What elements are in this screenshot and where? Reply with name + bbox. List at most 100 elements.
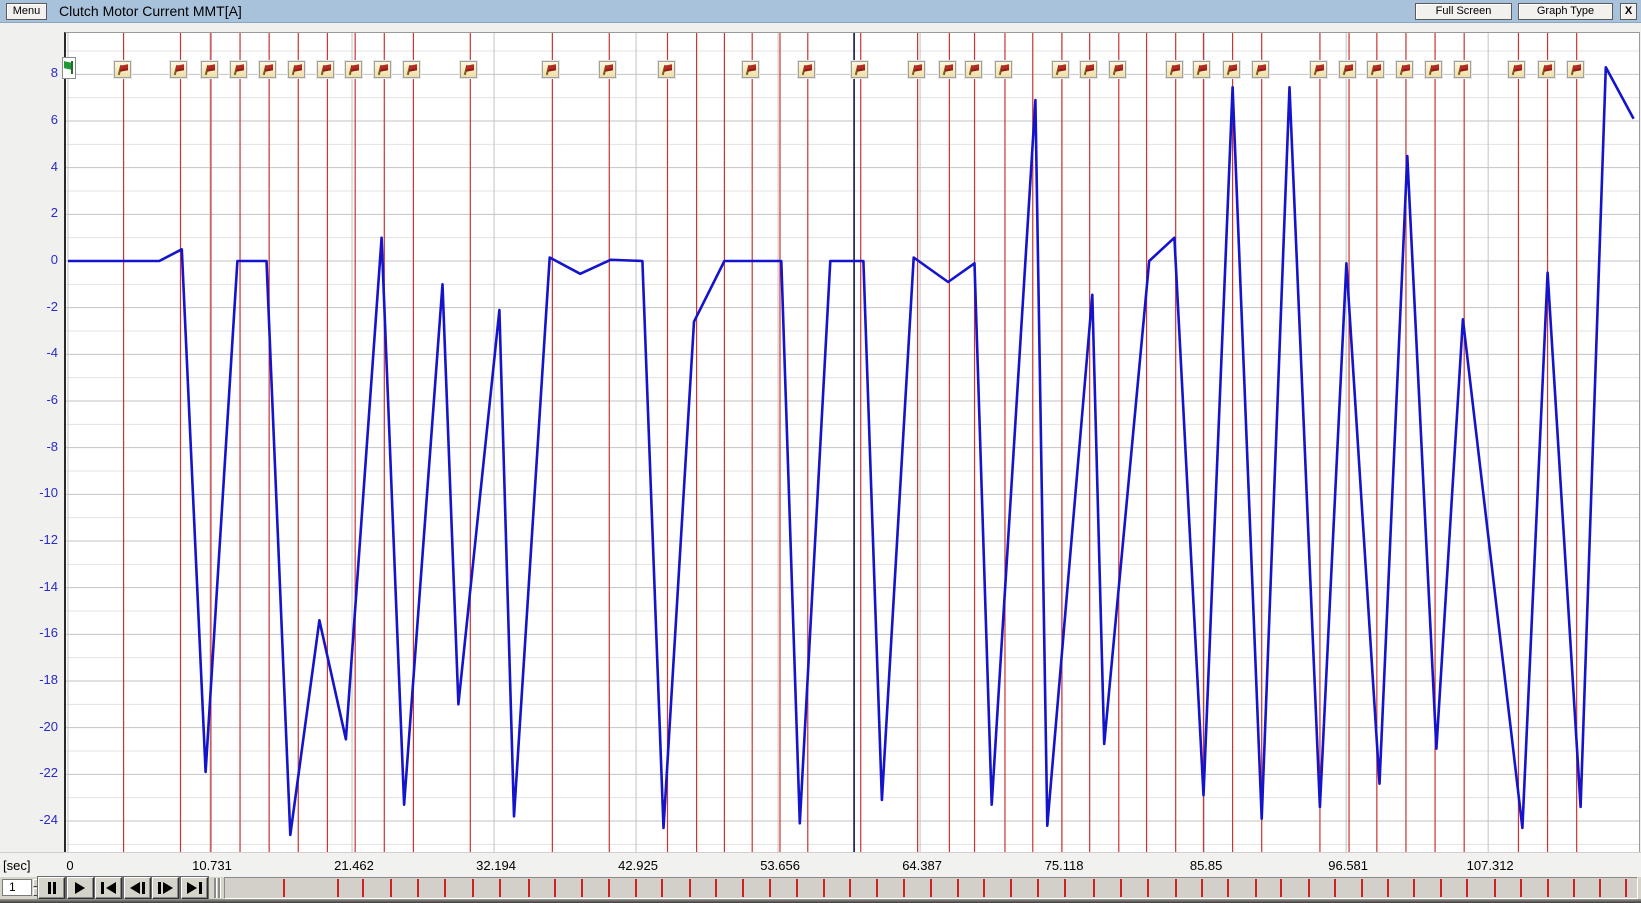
event-flag-icon[interactable] [1339,61,1356,78]
event-flag-icon[interactable] [114,61,131,78]
skip-to-end-button[interactable] [181,877,208,899]
y-tick-label: -4 [18,345,58,360]
event-flag-icon[interactable] [345,61,362,78]
timeline-event-tick [499,879,501,897]
event-flag-icon[interactable] [908,61,925,78]
red-flag-icon [176,64,184,71]
event-flag-icon[interactable] [1080,61,1097,78]
timeline-event-tick [1599,879,1601,897]
timeline-event-tick [823,879,825,897]
x-tick-label: 107.312 [1445,858,1535,873]
red-flag-icon [351,64,359,71]
timeline-event-tick [1547,879,1549,897]
red-flag-icon [323,64,331,71]
event-flag-icon[interactable] [1567,61,1584,78]
window-bottom-edge [0,899,1641,903]
event-flag-icon[interactable] [1223,61,1240,78]
timeline-event-tick [1280,879,1282,897]
graph-type-button[interactable]: Graph Type [1518,3,1613,20]
timeline-event-tick [1413,879,1415,897]
timeline-event-tick [554,879,556,897]
event-flag-icon[interactable] [170,61,187,78]
event-flag-icon[interactable] [1367,61,1384,78]
event-flag-icon[interactable] [851,61,868,78]
chart-plot-area[interactable] [64,32,1640,854]
skip-end-icon [199,882,202,894]
event-flag-icon[interactable] [1508,61,1525,78]
close-button[interactable]: X [1620,3,1637,20]
start-marker-green-flag-icon[interactable] [62,57,76,79]
red-flag-icon [664,64,672,71]
event-flag-icon[interactable] [1310,61,1327,78]
event-flag-icon[interactable] [599,61,616,78]
timeline-event-tick [903,879,905,897]
event-flag-icon[interactable] [995,61,1012,78]
timeline-event-tick [1334,879,1336,897]
y-tick-label: -22 [18,765,58,780]
green-flag-pole [71,61,73,74]
graph-viewer-window: Menu Clutch Motor Current MMT[A] Full Sc… [0,0,1641,903]
red-flag-icon [971,64,979,71]
step-forward-button[interactable] [152,877,179,899]
event-flag-icon[interactable] [374,61,391,78]
timeline-event-tick [1440,879,1442,897]
event-flag-icon[interactable] [1193,61,1210,78]
y-tick-label: 6 [18,112,58,127]
menu-button[interactable]: Menu [6,3,47,20]
event-flag-icon[interactable] [317,61,334,78]
event-flag-icon[interactable] [1538,61,1555,78]
event-flag-icon[interactable] [1454,61,1471,78]
event-flag-icon[interactable] [1252,61,1269,78]
event-flag-icon[interactable] [742,61,759,78]
timeline-event-tick [1120,879,1122,897]
event-flag-icon[interactable] [1109,61,1126,78]
window-title: Clutch Motor Current MMT[A] [59,3,242,19]
event-flag-icon[interactable] [403,61,420,78]
timeline-scrubber[interactable] [224,877,1638,899]
full-screen-button[interactable]: Full Screen [1415,3,1512,20]
x-axis-strip: [sec] 010.73121.46232.19442.92553.65664.… [0,852,1641,878]
y-tick-label: -12 [18,532,58,547]
title-bar: Menu Clutch Motor Current MMT[A] Full Sc… [0,0,1641,23]
skip-to-start-button[interactable] [95,877,122,899]
event-flag-icon[interactable] [1425,61,1442,78]
timeline-event-tick [769,879,771,897]
x-tick-label: 0 [25,858,115,873]
event-flag-icon[interactable] [542,61,559,78]
red-flag-icon [914,64,922,71]
event-flag-icon[interactable] [201,61,218,78]
event-flag-icon[interactable] [1052,61,1069,78]
timeline-event-tick [417,879,419,897]
red-flag-icon [207,64,215,71]
red-flag-icon [120,64,128,71]
timeline-event-tick [983,879,985,897]
event-flag-icon[interactable] [460,61,477,78]
event-flag-icon[interactable] [658,61,675,78]
event-flag-icon[interactable] [1396,61,1413,78]
red-flag-icon [1001,64,1009,71]
timeline-event-tick [1093,879,1095,897]
timeline-event-tick [581,879,583,897]
interval-input[interactable]: 1 [2,879,32,896]
event-flag-icon[interactable] [230,61,247,78]
step-back-icon [142,882,145,894]
current-trace [68,67,1634,835]
skip-start-icon [106,882,116,894]
play-button[interactable] [67,877,94,899]
red-flag-icon [1172,64,1180,71]
event-flag-icon[interactable] [1166,61,1183,78]
y-tick-label: -24 [18,812,58,827]
red-flag-icon [1229,64,1237,71]
event-flag-icon[interactable] [288,61,305,78]
event-flag-icon[interactable] [798,61,815,78]
timeline-event-tick [608,879,610,897]
step-back-button[interactable] [124,877,151,899]
timeline-event-tick [390,879,392,897]
red-flag-icon [1115,64,1123,71]
event-flag-icon[interactable] [259,61,276,78]
event-flag-icon[interactable] [965,61,982,78]
red-flag-icon [1199,64,1207,71]
pause-button[interactable] [38,877,65,899]
timeline-event-tick [1387,879,1389,897]
event-flag-icon[interactable] [939,61,956,78]
